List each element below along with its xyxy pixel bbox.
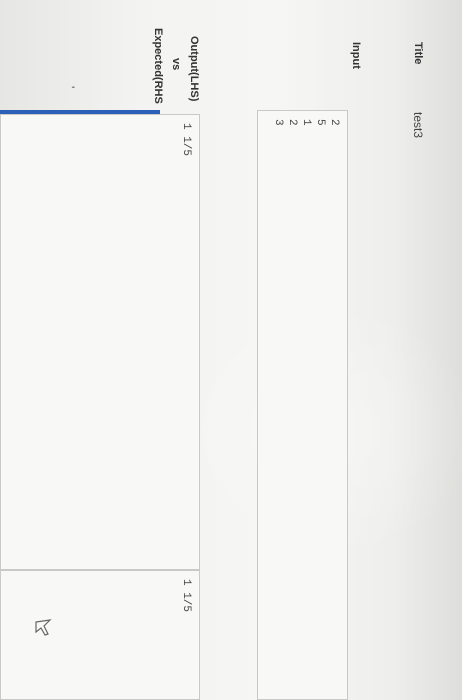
arrow-cursor-icon [35,619,52,636]
input-line: 2 [328,119,340,126]
text-caret: ' [63,86,77,89]
title-value: test3 [411,112,425,139]
expected-label: Expected(RHS [152,28,164,104]
input-line: 5 [314,119,326,126]
vs-label: vs [170,58,182,71]
output-lhs-box[interactable]: 1 1/5 [0,114,200,570]
output-label: Output(LHS) [188,36,200,102]
expected-rhs-line: 1 1/5 [180,579,192,613]
input-line: 3 [272,119,284,126]
input-line: 2 [286,119,298,126]
output-lhs-line: 1 1/5 [180,123,192,157]
expected-rhs-box[interactable]: 1 1/5 [0,570,200,700]
input-label: Input [350,42,362,69]
test-case-screen: Title test3 Input 2 5 1 2 3 Output(LHS) … [0,0,462,700]
title-label: Title [412,42,424,65]
photo-frame: Title test3 Input 2 5 1 2 3 Output(LHS) … [0,0,462,700]
input-line: 1 [300,119,312,126]
input-box[interactable]: 2 5 1 2 3 [257,110,348,700]
